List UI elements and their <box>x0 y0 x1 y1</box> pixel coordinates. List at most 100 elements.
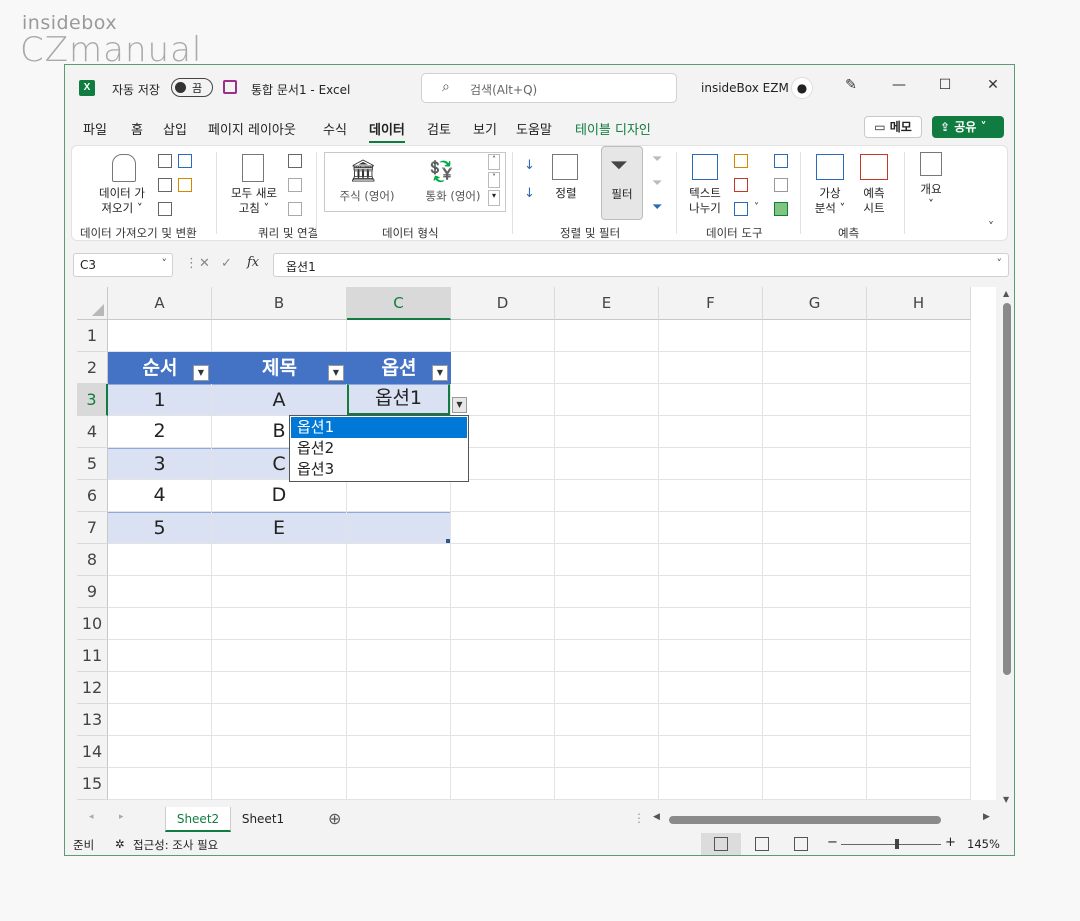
consolidate-icon[interactable] <box>774 154 788 168</box>
queries-connections-icon[interactable] <box>288 154 302 168</box>
zoom-in-button[interactable]: + <box>945 835 956 850</box>
ribbon-collapse-icon[interactable]: ˅ <box>988 220 994 234</box>
filter-dropdown-icon[interactable]: ▼ <box>432 365 448 381</box>
table-cell[interactable]: 1 <box>108 384 211 415</box>
row-header-12[interactable]: 12 <box>77 672 108 704</box>
avatar[interactable]: ● <box>791 77 813 99</box>
advanced-filter-icon[interactable]: ⏷ <box>652 200 662 215</box>
sheet-tab-sheet1[interactable]: Sheet1 <box>231 807 295 832</box>
table-resize-handle[interactable] <box>446 539 450 543</box>
table-cell[interactable]: 3 <box>108 448 211 479</box>
row-header-2[interactable]: 2 <box>77 352 108 384</box>
row-header-14[interactable]: 14 <box>77 736 108 768</box>
splitter-icon[interactable]: ⋮ <box>633 811 645 825</box>
table-cell[interactable]: 5 <box>108 512 211 543</box>
stock-type-button[interactable]: 주식 (영어) <box>329 189 405 204</box>
table-cell[interactable]: D <box>212 480 346 511</box>
reapply-icon[interactable]: ⏷ <box>652 176 662 191</box>
table-cell[interactable]: E <box>212 512 346 543</box>
close-button[interactable]: ✕ <box>983 77 1003 93</box>
user-name[interactable]: insideBox EZM <box>701 81 789 95</box>
zoom-slider[interactable] <box>841 844 941 845</box>
what-if-button[interactable]: 가상 분석 ˅ <box>806 186 854 216</box>
flash-fill-icon[interactable] <box>734 154 748 168</box>
row-header-11[interactable]: 11 <box>77 640 108 672</box>
get-data-button[interactable]: 데이터 가 져오기 ˅ <box>90 186 154 216</box>
enter-icon[interactable]: ✓ <box>221 256 232 271</box>
outline-button[interactable]: 개요 ˅ <box>910 182 952 212</box>
sort-desc-icon[interactable]: ↓ <box>524 186 535 201</box>
row-header-15[interactable]: 15 <box>77 768 108 800</box>
table-cell[interactable]: A <box>212 384 346 415</box>
tab-table-design[interactable]: 테이블 디자인 <box>575 119 651 138</box>
dropdown-option[interactable]: 옵션3 <box>291 459 467 480</box>
tab-file[interactable]: 파일 <box>83 119 107 138</box>
row-header-9[interactable]: 9 <box>77 576 108 608</box>
fx-icon[interactable]: fx <box>247 255 259 270</box>
add-sheet-icon[interactable]: ⊕ <box>328 809 341 828</box>
row-header-3[interactable]: 3 <box>77 384 108 416</box>
zoom-slider-thumb[interactable] <box>895 839 899 849</box>
column-header-e[interactable]: E <box>555 287 659 320</box>
tab-data[interactable]: 데이터 <box>369 119 405 143</box>
clear-filter-icon[interactable]: ⏷ <box>652 152 662 167</box>
gallery-more-icon[interactable]: ▾ <box>488 190 500 206</box>
column-header-f[interactable]: F <box>659 287 763 320</box>
row-header-6[interactable]: 6 <box>77 480 108 512</box>
from-table-icon[interactable] <box>158 178 172 192</box>
existing-connections-icon[interactable] <box>158 202 172 216</box>
data-validation-icon[interactable] <box>734 202 748 216</box>
relationships-icon[interactable] <box>774 178 788 192</box>
table-header-cell[interactable]: 제목 <box>212 352 347 384</box>
refresh-all-button[interactable]: 모두 새로 고침 ˅ <box>222 186 286 216</box>
worksheet-grid[interactable]: A B C D E F G H 1 2 3 4 5 6 7 8 9 10 11 12 13 14 15 순서 ▼ 제목 ▼ 옵션 ▼ 1 A… <box>77 287 996 800</box>
prev-sheet-icon[interactable]: ◂ <box>89 812 94 822</box>
gallery-up-icon[interactable]: ˄ <box>488 154 500 170</box>
save-icon[interactable] <box>223 80 237 94</box>
page-break-view-icon[interactable] <box>794 837 808 851</box>
recent-sources-icon[interactable] <box>178 178 192 192</box>
minimize-button[interactable]: — <box>889 77 909 93</box>
row-header-5[interactable]: 5 <box>77 448 108 480</box>
column-header-b[interactable]: B <box>212 287 347 320</box>
row-header-8[interactable]: 8 <box>77 544 108 576</box>
row-header-10[interactable]: 10 <box>77 608 108 640</box>
validation-arrow-icon[interactable]: ˅ <box>754 202 759 213</box>
scroll-right-icon[interactable]: ▶ <box>983 812 990 822</box>
sort-button[interactable]: 정렬 <box>546 186 586 201</box>
accessibility-status[interactable]: 접근성: 조사 필요 <box>133 837 218 853</box>
column-header-d[interactable]: D <box>451 287 555 320</box>
sheet-tab-sheet2[interactable]: Sheet2 <box>165 807 231 832</box>
table-cell[interactable] <box>347 480 450 511</box>
dropdown-option[interactable]: 옵션1 <box>291 417 467 438</box>
remove-duplicates-icon[interactable] <box>734 178 748 192</box>
dropdown-option[interactable]: 옵션2 <box>291 438 467 459</box>
properties-icon[interactable] <box>288 178 302 192</box>
tab-home[interactable]: 홈 <box>131 119 143 138</box>
vertical-scrollbar[interactable]: ▲ ▼ <box>1000 287 1014 807</box>
column-header-g[interactable]: G <box>763 287 867 320</box>
zoom-out-button[interactable]: − <box>827 835 838 850</box>
table-cell[interactable] <box>347 512 450 543</box>
maximize-button[interactable]: ☐ <box>935 77 955 93</box>
row-header-13[interactable]: 13 <box>77 704 108 736</box>
pen-icon[interactable]: ✎ <box>841 77 861 93</box>
memo-button[interactable]: ▭ 메모 <box>864 116 922 138</box>
sort-asc-icon[interactable]: ↓ <box>524 158 535 173</box>
scroll-left-icon[interactable]: ◀ <box>653 812 660 822</box>
zoom-level[interactable]: 145% <box>967 837 1000 851</box>
autosave-toggle[interactable]: 끔 <box>171 78 213 97</box>
select-all-corner[interactable] <box>77 287 108 320</box>
tab-view[interactable]: 보기 <box>473 119 497 138</box>
row-header-4[interactable]: 4 <box>77 416 108 448</box>
horizontal-scroll-thumb[interactable] <box>669 816 941 824</box>
table-cell[interactable]: 4 <box>108 480 211 511</box>
row-header-1[interactable]: 1 <box>77 320 108 352</box>
table-cell[interactable]: 2 <box>108 416 211 447</box>
page-layout-view-icon[interactable] <box>755 837 769 851</box>
table-cell[interactable]: 옵션1 <box>347 384 450 415</box>
tab-review[interactable]: 검토 <box>427 119 451 138</box>
tab-formulas[interactable]: 수식 <box>323 119 347 138</box>
forecast-sheet-button[interactable]: 예측 시트 <box>852 186 896 216</box>
filter-dropdown-icon[interactable]: ▼ <box>193 365 209 381</box>
